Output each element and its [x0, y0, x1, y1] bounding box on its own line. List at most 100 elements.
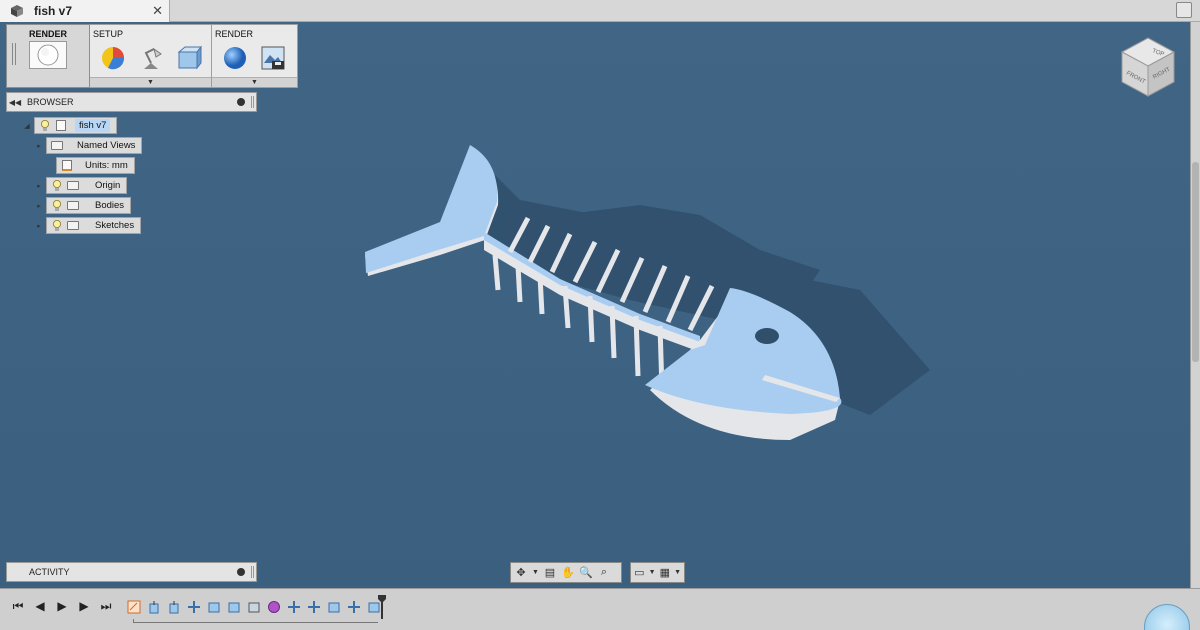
- navigation-toolbar: ✥ ▼ ▤ ✋ 🔍 ⌕: [510, 562, 622, 583]
- workspace-label: RENDER: [28, 29, 67, 39]
- browser-title: BROWSER: [27, 97, 74, 107]
- tree-node-bodies[interactable]: Bodies: [46, 197, 132, 214]
- environment-icon[interactable]: [176, 45, 202, 71]
- setup-dropdown-arrow[interactable]: ▼: [90, 77, 211, 87]
- activity-options-icon[interactable]: [237, 568, 245, 576]
- visibility-bulb-icon[interactable]: [51, 219, 63, 231]
- new-tab-button[interactable]: [1176, 2, 1192, 18]
- expand-sketches-icon[interactable]: ▸: [32, 222, 46, 230]
- document-cube-icon: [11, 5, 23, 17]
- folder-icon: [67, 220, 79, 231]
- activity-title: ACTIVITY: [29, 567, 70, 577]
- expand-bodies-icon[interactable]: ▸: [32, 202, 46, 210]
- render-dropdown-arrow[interactable]: ▼: [212, 77, 297, 87]
- document-tab[interactable]: fish v7 ✕: [0, 0, 170, 22]
- extrude-feature-icon[interactable]: [145, 598, 162, 615]
- extrude-feature-icon[interactable]: [165, 598, 182, 615]
- workspace-button[interactable]: [29, 41, 67, 69]
- move-feature-icon[interactable]: [345, 598, 362, 615]
- panel-grip-icon[interactable]: [251, 96, 254, 108]
- scrollbar-thumb[interactable]: [1192, 162, 1199, 362]
- toolbar-grip[interactable]: [12, 43, 16, 65]
- pan-icon[interactable]: ✋: [561, 566, 575, 580]
- body-feature-icon[interactable]: [245, 598, 262, 615]
- move-feature-icon[interactable]: [285, 598, 302, 615]
- go-to-end-icon[interactable]: ⏭: [98, 599, 114, 613]
- timeline-marker[interactable]: [378, 595, 386, 619]
- zoom-icon[interactable]: 🔍: [579, 566, 593, 580]
- visibility-bulb-icon[interactable]: [39, 119, 51, 131]
- step-forward-icon[interactable]: ▶: [76, 599, 92, 613]
- save-image-icon[interactable]: [260, 45, 286, 71]
- tree-row-named-views: ▸ Named Views: [32, 137, 143, 154]
- orbit-icon[interactable]: ✥: [514, 566, 528, 580]
- grid-dropdown-icon[interactable]: ▼: [674, 569, 681, 576]
- timeline-controls: ⏮ ◀ ▶ ▶ ⏭: [10, 599, 114, 614]
- expand-origin-icon[interactable]: ▸: [32, 182, 46, 190]
- look-at-icon[interactable]: ▤: [543, 566, 557, 580]
- zoom-window-icon[interactable]: ⌕: [597, 566, 611, 580]
- tree-node-named-views[interactable]: Named Views: [46, 137, 143, 154]
- timeline-features: [125, 598, 382, 615]
- ribbon-toolbar: RENDER SETUP ▼ RENDER ▼: [6, 24, 298, 88]
- viewcube[interactable]: TOP FRONT RIGHT: [1118, 34, 1178, 100]
- body-feature-icon[interactable]: [225, 598, 242, 615]
- comment-button[interactable]: [1144, 604, 1190, 630]
- timeline: ⏮ ◀ ▶ ▶ ⏭: [0, 588, 1200, 630]
- tree-row-origin: ▸ Origin: [32, 177, 128, 194]
- expand-root-icon[interactable]: ◢: [20, 122, 34, 130]
- body-feature-icon[interactable]: [205, 598, 222, 615]
- tree-label: Sketches: [95, 220, 135, 231]
- tree-row-sketches: ▸ Sketches: [32, 217, 142, 234]
- move-feature-icon[interactable]: [185, 598, 202, 615]
- collapse-browser-icon[interactable]: ◀◀: [7, 98, 23, 107]
- expand-named-views-icon[interactable]: ▸: [32, 142, 46, 150]
- display-dropdown-icon[interactable]: ▼: [649, 569, 656, 576]
- browser-options-icon[interactable]: [237, 98, 245, 106]
- orbit-dropdown-icon[interactable]: ▼: [532, 569, 539, 576]
- folder-icon: [67, 200, 79, 211]
- visibility-bulb-icon[interactable]: [51, 179, 63, 191]
- close-tab-icon[interactable]: ✕: [152, 3, 163, 19]
- body-feature-icon[interactable]: [325, 598, 342, 615]
- component-feature-icon[interactable]: [265, 598, 282, 615]
- tree-node-units[interactable]: Units: mm: [56, 157, 135, 174]
- tree-node-origin[interactable]: Origin: [46, 177, 128, 194]
- appearance-icon[interactable]: [100, 45, 126, 71]
- viewport-scrollbar[interactable]: [1190, 22, 1200, 588]
- setup-group: SETUP ▼: [90, 24, 212, 88]
- tree-node-fish[interactable]: fish v7: [34, 117, 118, 134]
- units-doc-icon: [61, 160, 73, 171]
- tree-node-sketches[interactable]: Sketches: [46, 217, 142, 234]
- render-workspace-icon: [37, 44, 59, 66]
- grid-settings-icon[interactable]: ▦: [660, 566, 671, 580]
- render-sphere-icon[interactable]: [222, 45, 248, 71]
- tree-label: Bodies: [95, 200, 125, 211]
- step-back-icon[interactable]: ◀: [32, 599, 48, 613]
- panel-grip-icon[interactable]: [251, 566, 254, 578]
- timeline-track: [133, 619, 378, 623]
- render-group-label: RENDER: [215, 29, 254, 39]
- move-feature-icon[interactable]: [305, 598, 322, 615]
- display-settings-icon[interactable]: ▭: [634, 566, 645, 580]
- tree-row-bodies: ▸ Bodies: [32, 197, 132, 214]
- fish-eye-hole: [755, 328, 779, 344]
- workspace-switcher[interactable]: RENDER: [6, 24, 90, 88]
- render-group: RENDER ▼: [212, 24, 298, 88]
- sketch-feature-icon[interactable]: [125, 598, 142, 615]
- fish-tail: [365, 145, 499, 276]
- play-icon[interactable]: ▶: [54, 599, 70, 613]
- go-to-start-icon[interactable]: ⏮: [10, 599, 26, 613]
- component-icon: [55, 120, 67, 131]
- browser-panel-header[interactable]: ◀◀ BROWSER: [6, 92, 257, 112]
- tree-row-root: ◢ fish v7: [20, 117, 118, 134]
- document-tab-bar: fish v7 ✕: [0, 0, 1200, 22]
- document-title: fish v7: [34, 4, 73, 18]
- setup-group-label: SETUP: [93, 29, 124, 39]
- tree-row-units: Units: mm: [56, 157, 135, 174]
- scene-settings-icon[interactable]: [138, 45, 164, 71]
- visibility-bulb-icon[interactable]: [51, 199, 63, 211]
- folder-icon: [51, 140, 63, 151]
- tree-label: fish v7: [75, 119, 111, 132]
- activity-panel-header[interactable]: ACTIVITY: [6, 562, 257, 582]
